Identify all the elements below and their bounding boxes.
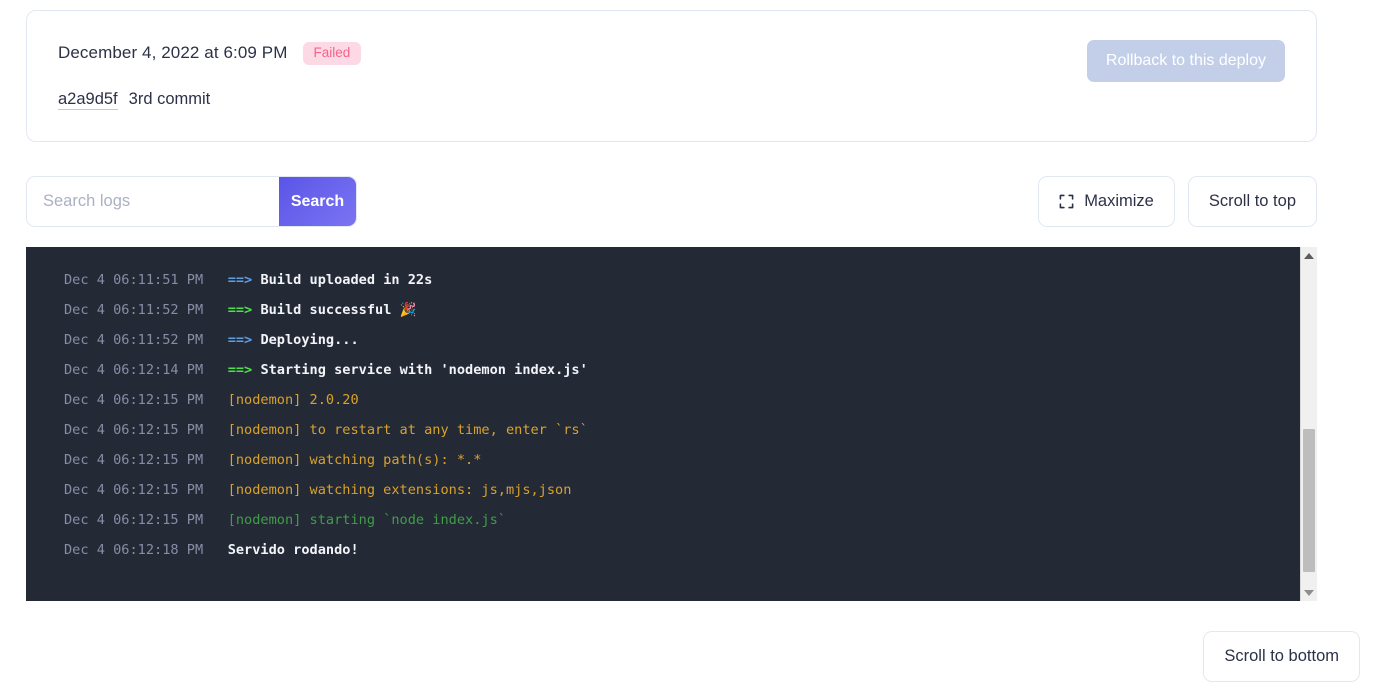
log-timestamp: Dec 4 06:12:18 PM [64,542,228,558]
log-timestamp: Dec 4 06:11:52 PM [64,302,228,318]
log-arrow-prefix: ==> [227,362,261,378]
search-input[interactable] [27,177,279,226]
log-footer: Scroll to bottom [1203,631,1360,682]
log-timestamp: Dec 4 06:12:15 PM [64,452,228,468]
log-timestamp: Dec 4 06:12:14 PM [64,362,228,378]
log-line: Dec 4 06:11:52 PM ==> Deploying... [64,325,1300,355]
log-timestamp: Dec 4 06:12:15 PM [64,422,228,438]
log-message: Build uploaded in 22s [260,272,433,288]
log-scrollbar[interactable] [1300,247,1317,601]
maximize-label: Maximize [1084,192,1154,210]
log-timestamp: Dec 4 06:11:51 PM [64,272,228,288]
scroll-to-bottom-label: Scroll to bottom [1224,647,1339,665]
log-message: [nodemon] 2.0.20 [227,392,359,408]
commit-hash-link[interactable]: a2a9d5f [58,90,118,110]
log-line: Dec 4 06:11:51 PM ==> Build uploaded in … [64,265,1300,295]
deploy-header-row: December 4, 2022 at 6:09 PM Failed [58,42,362,65]
log-message: Servido rodando! [227,542,359,558]
deploy-commit-row: a2a9d5f 3rd commit [58,90,210,110]
log-timestamp: Dec 4 06:12:15 PM [64,392,228,408]
log-message: Starting service with 'nodemon index.js' [260,362,588,378]
scroll-to-top-label: Scroll to top [1208,192,1296,210]
log-lines: Dec 4 06:11:51 PM ==> Build uploaded in … [26,247,1300,601]
log-message: [nodemon] watching extensions: js,mjs,js… [227,482,572,498]
toolbar-actions: Maximize Scroll to top [1038,176,1317,227]
log-arrow-prefix: ==> [227,332,261,348]
log-timestamp: Dec 4 06:11:52 PM [64,332,228,348]
log-line: Dec 4 06:12:15 PM [nodemon] starting `no… [64,505,1300,535]
log-message: [nodemon] to restart at any time, enter … [227,422,588,438]
log-line: Dec 4 06:12:15 PM [nodemon] to restart a… [64,415,1300,445]
deploy-summary-card: December 4, 2022 at 6:09 PM Failed a2a9d… [26,10,1317,142]
scroll-to-bottom-button[interactable]: Scroll to bottom [1203,631,1360,682]
log-timestamp: Dec 4 06:12:15 PM [64,512,228,528]
log-arrow-prefix: ==> [227,302,261,318]
deploy-log-page: December 4, 2022 at 6:09 PM Failed a2a9d… [0,0,1386,690]
log-message: [nodemon] watching path(s): *.* [227,452,482,468]
rollback-button[interactable]: Rollback to this deploy [1086,40,1285,82]
log-line: Dec 4 06:12:15 PM [nodemon] 2.0.20 [64,385,1300,415]
triangle-up-icon[interactable] [1301,247,1317,264]
status-badge: Failed [302,42,362,65]
log-line: Dec 4 06:12:18 PM Servido rodando! [64,535,1300,565]
log-line: Dec 4 06:12:15 PM [nodemon] watching pat… [64,445,1300,475]
expand-corners-icon [1059,194,1074,209]
log-message: [nodemon] starting `node index.js` [227,512,506,528]
search-button[interactable]: Search [279,177,356,226]
scroll-to-top-button[interactable]: Scroll to top [1187,176,1317,227]
log-line: Dec 4 06:12:15 PM [nodemon] watching ext… [64,475,1300,505]
search-group: Search [26,176,357,227]
scrollbar-thumb[interactable] [1303,429,1315,572]
log-console: Dec 4 06:11:51 PM ==> Build uploaded in … [26,247,1317,601]
commit-message: 3rd commit [128,90,211,108]
log-line: Dec 4 06:11:52 PM ==> Build successful 🎉 [64,295,1300,325]
maximize-button[interactable]: Maximize [1038,176,1175,227]
log-message: Deploying... [260,332,359,348]
deploy-date: December 4, 2022 at 6:09 PM [58,43,288,63]
log-timestamp: Dec 4 06:12:15 PM [64,482,228,498]
log-line: Dec 4 06:12:14 PM ==> Starting service w… [64,355,1300,385]
log-message: Build successful 🎉 [260,302,417,318]
triangle-down-icon[interactable] [1301,584,1317,601]
log-toolbar: Search Maximize Scroll to top [26,176,1317,227]
log-arrow-prefix: ==> [227,272,261,288]
